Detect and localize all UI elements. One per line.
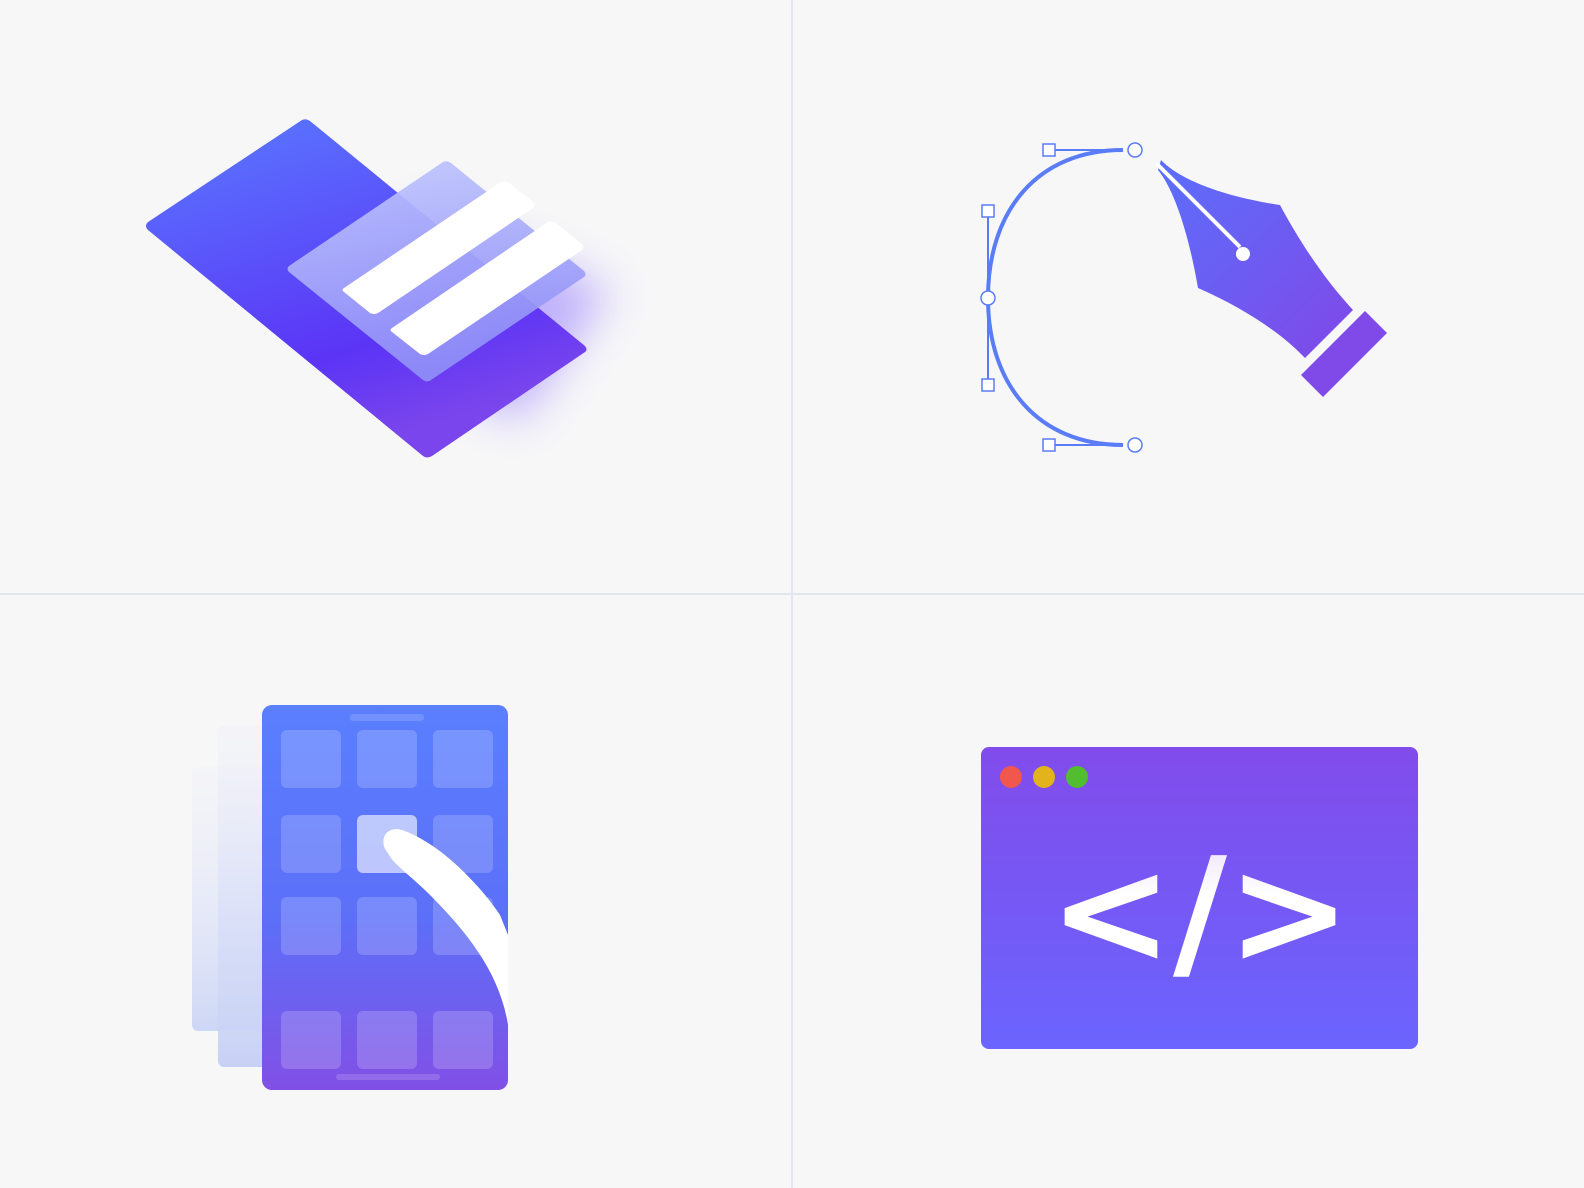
code-window-icon: </> (981, 747, 1418, 1049)
pen-tool-icon (980, 142, 1387, 453)
handle-square-left-top (981, 204, 995, 218)
anchor-point-top (1127, 142, 1143, 158)
app-tile (281, 1011, 341, 1069)
anchor-point-left (980, 290, 996, 306)
document-stack-icon (146, 119, 610, 458)
code-window-illustration: </> (793, 595, 1584, 1188)
pen-nib (1158, 160, 1353, 358)
app-tile (357, 1011, 417, 1069)
app-tile (281, 730, 341, 788)
phone-notch (350, 714, 424, 721)
app-tile (357, 897, 417, 955)
close-dot-icon (1000, 766, 1022, 788)
stacked-document-illustration (0, 0, 791, 593)
app-tile (433, 730, 493, 788)
handle-square-top (1042, 143, 1056, 157)
handle-square-bottom (1042, 438, 1056, 452)
vector-pen-tool-illustration (793, 0, 1584, 593)
maximize-dot-icon (1066, 766, 1088, 788)
app-tile (281, 815, 341, 873)
handle-square-left-bottom (981, 378, 995, 392)
anchor-point-bottom (1127, 437, 1143, 453)
home-indicator (336, 1074, 440, 1080)
minimize-dot-icon (1033, 766, 1055, 788)
app-tile (357, 730, 417, 788)
phone-app-grid-icon (192, 705, 508, 1090)
pen-breather-hole (1236, 247, 1250, 261)
app-tile (433, 1011, 493, 1069)
app-tile (281, 897, 341, 955)
code-symbol: </> (1049, 826, 1351, 998)
bezier-curve (985, 148, 1124, 447)
mobile-app-illustration (0, 595, 791, 1188)
